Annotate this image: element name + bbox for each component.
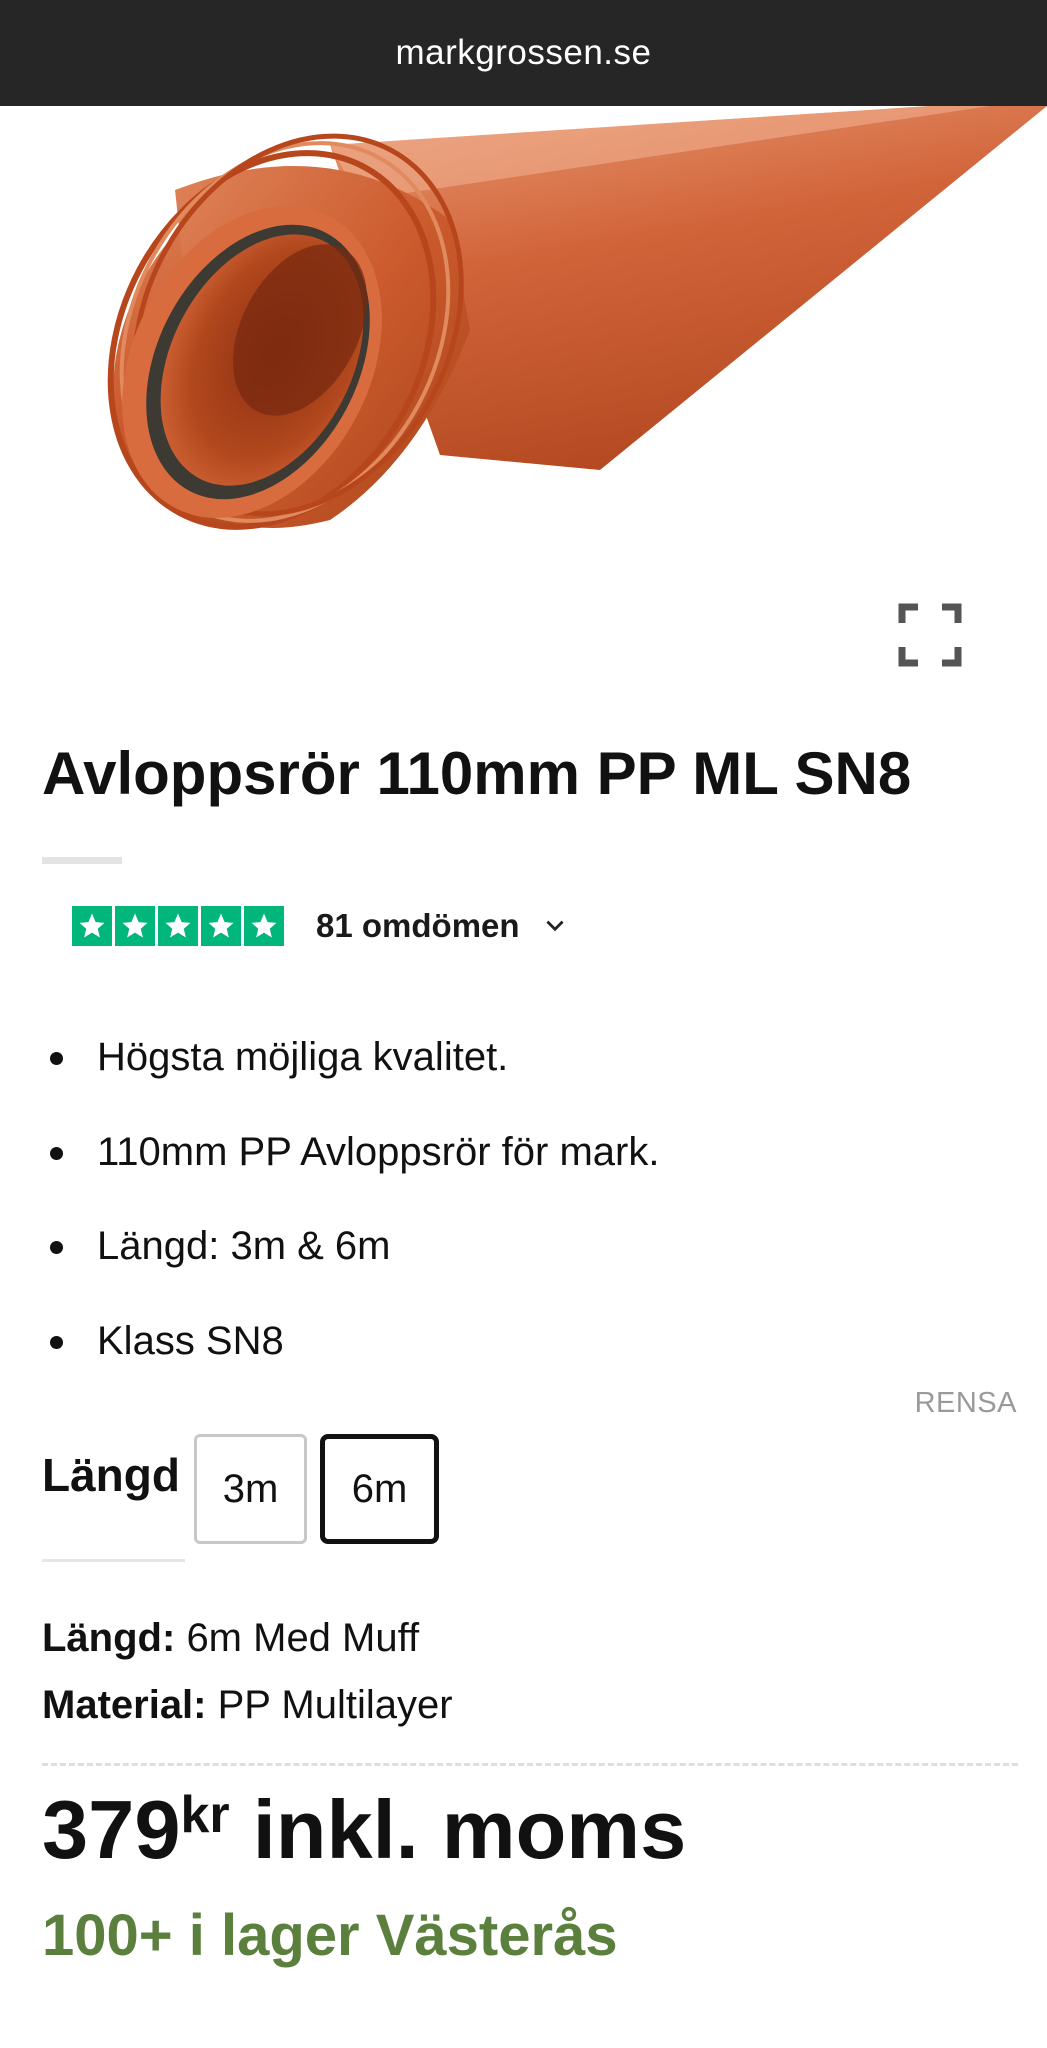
reviews-summary[interactable]: 81 omdömen — [72, 906, 568, 946]
pipe-image — [107, 106, 1047, 530]
list-item: Längd: 3m & 6m — [42, 1199, 942, 1294]
list-item: 110mm PP Avloppsrör för mark. — [42, 1105, 942, 1200]
clear-selection-link[interactable]: RENSA — [915, 1387, 1017, 1420]
variant-option-6m[interactable]: 6m — [320, 1434, 439, 1544]
star-icon — [158, 906, 198, 946]
chevron-down-icon — [545, 920, 564, 932]
product-price: 379kr inkl. moms — [42, 1780, 686, 1891]
title-divider — [42, 857, 122, 864]
browser-address-bar[interactable]: markgrossen.se — [0, 0, 1047, 106]
review-count: 81 omdömen — [316, 907, 520, 944]
spec-length: Längd: 6m Med Muff — [42, 1616, 419, 1661]
star-icon — [115, 906, 155, 946]
spec-value: PP Multilayer — [217, 1683, 453, 1727]
price-divider — [42, 1763, 1018, 1766]
spec-key: Material: — [42, 1683, 207, 1727]
price-currency: kr — [180, 1786, 230, 1844]
stock-status: 100+ i lager Västerås — [42, 1903, 618, 1968]
variant-option-3m[interactable]: 3m — [194, 1434, 307, 1544]
star-icon — [72, 906, 112, 946]
variant-label-length: Längd — [42, 1449, 180, 1501]
star-icon — [244, 906, 284, 946]
list-item: Högsta möjliga kvalitet. — [42, 1010, 942, 1105]
list-item: Klass SN8 — [42, 1294, 942, 1389]
fullscreen-icon[interactable] — [898, 603, 962, 667]
price-amount: 379 — [42, 1783, 181, 1876]
product-image[interactable] — [0, 106, 1047, 576]
variant-divider — [42, 1559, 185, 1562]
spec-material: Material: PP Multilayer — [42, 1683, 453, 1728]
feature-list: Högsta möjliga kvalitet. 110mm PP Avlopp… — [42, 1010, 942, 1388]
price-suffix: inkl. moms — [252, 1783, 687, 1876]
domain-label: markgrossen.se — [395, 33, 652, 72]
trustpilot-stars — [72, 906, 284, 946]
spec-key: Längd: — [42, 1616, 176, 1660]
spec-value: 6m Med Muff — [186, 1616, 420, 1660]
product-title: Avloppsrör 110mm PP ML SN8 — [42, 740, 912, 807]
star-icon — [201, 906, 241, 946]
